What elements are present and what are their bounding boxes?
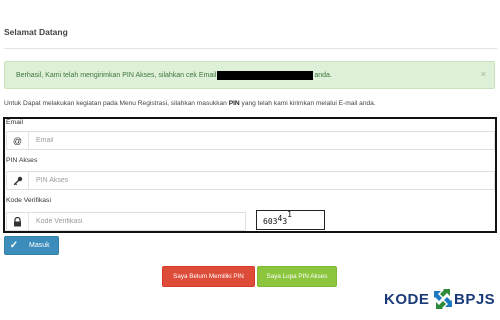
code-field-group <box>6 212 246 231</box>
code-input[interactable] <box>29 213 245 230</box>
instruction-part2: yang telah kami kirimkan melalui E-mail … <box>241 100 376 107</box>
alert-text-after: anda. <box>314 72 332 79</box>
pin-label: PIN Akses <box>6 157 38 164</box>
email-label: Email <box>6 119 23 126</box>
instruction-bold: PIN <box>228 100 240 107</box>
captcha-char: 4 <box>277 214 283 223</box>
logo-text-right: BPJS <box>454 291 496 308</box>
success-alert: Berhasil, Kami telah mengirimkan PIN Aks… <box>4 61 495 89</box>
page-title: Selamat Datang <box>4 27 68 37</box>
no-pin-button[interactable]: Saya Belum Memiliki PIN <box>162 266 255 287</box>
logo-text-left: KODE <box>384 291 430 308</box>
pin-input[interactable] <box>29 172 494 189</box>
instruction-part1: Untuk Dapat melakukan kegiatan pada Menu… <box>4 100 227 107</box>
key-icon <box>7 172 29 189</box>
alert-text-before: Berhasil, Kami telah mengirimkan PIN Aks… <box>16 72 217 79</box>
logo-arrows-icon <box>434 289 452 309</box>
masuk-label: Masuk <box>29 242 50 249</box>
email-field-group: @ <box>6 131 495 150</box>
check-icon: ✓ <box>9 240 19 251</box>
alert-message: Berhasil, Kami telah mengirimkan PIN Aks… <box>16 71 332 80</box>
masuk-button[interactable]: ✓ Masuk <box>4 236 59 255</box>
kodebpjs-logo: KODE BPJS <box>384 287 496 313</box>
instruction-text: Untuk Dapat melakukan kegiatan pada Menu… <box>4 100 376 107</box>
redacted-email <box>217 71 314 80</box>
captcha-char: 1 <box>287 210 292 219</box>
lock-icon <box>7 213 29 230</box>
login-form: Email @ PIN Akses Kode Verifikasi 6 0 3 … <box>3 117 497 233</box>
captcha-image: 6 0 3 4 3 1 <box>256 210 325 230</box>
email-input[interactable] <box>29 132 494 149</box>
forgot-pin-button[interactable]: Saya Lupa PIN Akses <box>257 266 337 287</box>
close-icon[interactable]: × <box>481 69 486 79</box>
header-divider <box>4 48 497 49</box>
at-icon: @ <box>7 132 29 149</box>
pin-field-group <box>6 171 495 190</box>
code-label: Kode Verifikasi <box>6 197 51 204</box>
